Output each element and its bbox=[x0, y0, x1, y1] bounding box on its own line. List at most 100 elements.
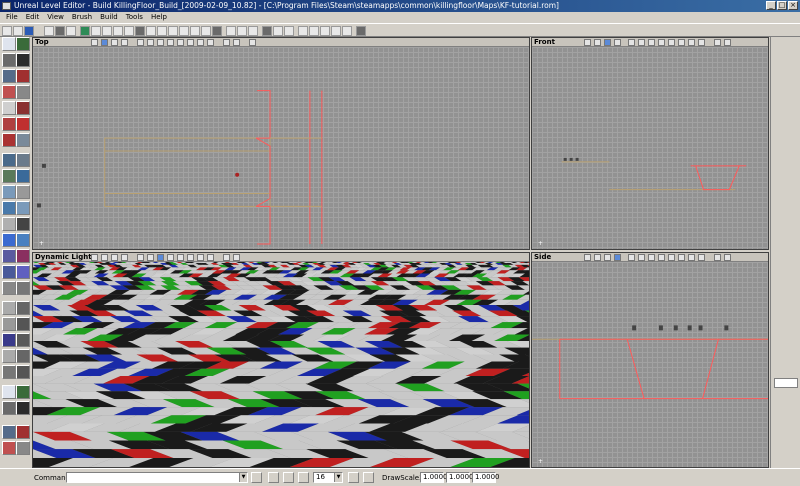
view-side-icon[interactable] bbox=[614, 254, 621, 261]
view-side-icon[interactable] bbox=[614, 39, 621, 46]
texusage-icon[interactable] bbox=[698, 39, 705, 46]
depth-icon[interactable] bbox=[187, 39, 194, 46]
texture-icon[interactable] bbox=[648, 254, 655, 261]
tool-icon[interactable] bbox=[16, 185, 30, 199]
tool-icon[interactable] bbox=[2, 185, 16, 199]
tool-icon[interactable] bbox=[2, 53, 16, 67]
toolbar-button-icon[interactable] bbox=[179, 26, 189, 36]
texusage-icon[interactable] bbox=[207, 39, 214, 46]
toolbar-button-icon[interactable] bbox=[190, 26, 200, 36]
realtime-icon[interactable] bbox=[223, 39, 230, 46]
maximize-button[interactable]: □ bbox=[777, 1, 787, 10]
lightcomplex-icon[interactable] bbox=[197, 254, 204, 261]
tool-icon[interactable] bbox=[16, 349, 30, 363]
view-mode-icon[interactable] bbox=[584, 39, 591, 46]
viewport-top[interactable]: Top + bbox=[32, 37, 530, 250]
tool-icon[interactable] bbox=[2, 201, 16, 215]
toolbar-button-icon[interactable] bbox=[44, 26, 54, 36]
view-front-icon[interactable] bbox=[604, 254, 611, 261]
tool-icon[interactable] bbox=[16, 69, 30, 83]
tool-icon[interactable] bbox=[16, 265, 30, 279]
tool-icon[interactable] bbox=[2, 441, 16, 455]
realtime-icon[interactable] bbox=[714, 254, 721, 261]
toolbar-button-icon[interactable] bbox=[284, 26, 294, 36]
tool-icon[interactable] bbox=[2, 249, 16, 263]
tool-icon[interactable] bbox=[2, 401, 16, 415]
tool-icon[interactable] bbox=[16, 249, 30, 263]
tool-icon[interactable] bbox=[2, 333, 16, 347]
texusage-icon[interactable] bbox=[698, 254, 705, 261]
lightcomplex-icon[interactable] bbox=[197, 39, 204, 46]
tool-icon[interactable] bbox=[2, 217, 16, 231]
toolbar-button-icon[interactable] bbox=[331, 26, 341, 36]
realtime-icon[interactable] bbox=[223, 254, 230, 261]
tool-icon[interactable] bbox=[2, 425, 16, 439]
toolbar-button-icon[interactable] bbox=[113, 26, 123, 36]
close-button[interactable]: × bbox=[788, 1, 798, 10]
viewport-canvas[interactable] bbox=[33, 262, 529, 467]
tool-icon[interactable] bbox=[16, 301, 30, 315]
toolbar-button-icon[interactable] bbox=[135, 26, 145, 36]
tool-icon[interactable] bbox=[2, 117, 16, 131]
viewport-perspective[interactable]: Dynamic Light bbox=[32, 252, 530, 468]
toolbar-button-icon[interactable] bbox=[273, 26, 283, 36]
view-top-icon[interactable] bbox=[101, 254, 108, 261]
lighting-icon[interactable] bbox=[658, 254, 665, 261]
tool-icon[interactable] bbox=[16, 385, 30, 399]
toolbar-button-icon[interactable] bbox=[320, 26, 330, 36]
unlit-icon[interactable] bbox=[668, 254, 675, 261]
lock-icon[interactable] bbox=[233, 254, 240, 261]
zones-icon[interactable] bbox=[638, 254, 645, 261]
menu-brush[interactable]: Brush bbox=[68, 12, 96, 23]
tool-icon[interactable] bbox=[16, 281, 30, 295]
toolbar-button-icon[interactable] bbox=[2, 26, 12, 36]
view-front-icon[interactable] bbox=[604, 39, 611, 46]
tool-icon[interactable] bbox=[16, 101, 30, 115]
vertex-snap-button[interactable] bbox=[363, 472, 374, 483]
tool-icon[interactable] bbox=[2, 169, 16, 183]
toolbar-button-icon[interactable] bbox=[80, 26, 90, 36]
tool-icon[interactable] bbox=[16, 37, 30, 51]
tool-icon[interactable] bbox=[16, 201, 30, 215]
menu-help[interactable]: Help bbox=[147, 12, 171, 23]
viewport-canvas[interactable]: + bbox=[532, 47, 768, 249]
view-mode-icon[interactable] bbox=[91, 254, 98, 261]
tool-icon[interactable] bbox=[16, 333, 30, 347]
tool-icon[interactable] bbox=[16, 425, 30, 439]
toolbar-button-icon[interactable] bbox=[91, 26, 101, 36]
tool-icon[interactable] bbox=[16, 85, 30, 99]
tool-icon[interactable] bbox=[16, 401, 30, 415]
toolbar-button-icon[interactable] bbox=[168, 26, 178, 36]
chevron-down-icon[interactable]: ▼ bbox=[334, 473, 342, 482]
texusage-icon[interactable] bbox=[207, 254, 214, 261]
depth-icon[interactable] bbox=[678, 254, 685, 261]
menu-file[interactable]: File bbox=[2, 12, 22, 23]
unlit-icon[interactable] bbox=[177, 39, 184, 46]
camera-icon[interactable] bbox=[249, 39, 256, 46]
drawscale-y-input[interactable]: 1.0000 bbox=[446, 472, 474, 483]
toolbar-button-icon[interactable] bbox=[309, 26, 319, 36]
tool-icon[interactable] bbox=[2, 233, 16, 247]
view-top-icon[interactable] bbox=[101, 39, 108, 46]
lock-icon[interactable] bbox=[724, 254, 731, 261]
tool-icon[interactable] bbox=[16, 365, 30, 379]
wireframe-icon[interactable] bbox=[137, 254, 144, 261]
tool-icon[interactable] bbox=[2, 153, 16, 167]
depth-icon[interactable] bbox=[678, 39, 685, 46]
tool-icon[interactable] bbox=[2, 133, 16, 147]
wireframe-icon[interactable] bbox=[628, 254, 635, 261]
tool-icon[interactable] bbox=[16, 233, 30, 247]
tool-icon[interactable] bbox=[16, 117, 30, 131]
toolbar-button-icon[interactable] bbox=[226, 26, 236, 36]
tool-icon[interactable] bbox=[16, 153, 30, 167]
view-front-icon[interactable] bbox=[111, 254, 118, 261]
menu-view[interactable]: View bbox=[43, 12, 68, 23]
toolbar-button-icon[interactable] bbox=[66, 26, 76, 36]
grid-toggle-button[interactable] bbox=[283, 472, 294, 483]
tool-icon[interactable] bbox=[2, 281, 16, 295]
view-front-icon[interactable] bbox=[111, 39, 118, 46]
unlit-icon[interactable] bbox=[177, 254, 184, 261]
toolbar-button-icon[interactable] bbox=[157, 26, 167, 36]
drawscale-z-input[interactable]: 1.0000 bbox=[472, 472, 500, 483]
toolbar-button-icon[interactable] bbox=[342, 26, 352, 36]
